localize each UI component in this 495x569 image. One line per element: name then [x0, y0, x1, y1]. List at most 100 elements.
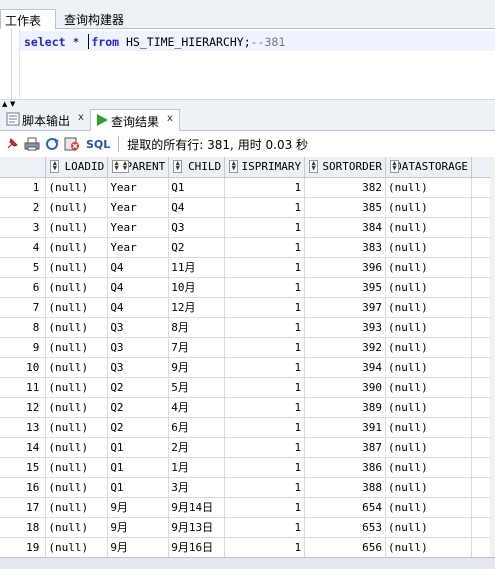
cell-datastorage[interactable]: (null) — [385, 337, 472, 358]
cell-child[interactable]: Q4 — [168, 197, 226, 218]
cell-parent[interactable]: Q2 — [107, 417, 170, 438]
cell-loadid[interactable]: (null) — [45, 217, 109, 238]
cell-child[interactable]: 7月 — [168, 337, 226, 358]
cell-child[interactable]: 9月16日 — [168, 537, 226, 557]
cell-loadid[interactable]: (null) — [45, 497, 109, 518]
cell-child[interactable]: 2月 — [168, 437, 226, 458]
table-row[interactable]: 9 (null) Q3 7月 1 392 (null) — [0, 337, 495, 358]
cell-parent[interactable]: Year — [107, 197, 170, 218]
cell-isprimary[interactable]: 1 — [224, 397, 306, 418]
cell-datastorage[interactable]: (null) — [385, 297, 472, 318]
close-icon[interactable]: x — [78, 112, 84, 123]
cell-datastorage[interactable]: (null) — [385, 177, 472, 198]
cell-parent[interactable]: Q3 — [107, 337, 170, 358]
table-row[interactable]: 3 (null) Year Q3 1 384 (null) — [0, 217, 495, 238]
cell-sortorder[interactable]: 394 — [304, 357, 387, 378]
table-row[interactable]: 15 (null) Q1 1月 1 386 (null) — [0, 457, 495, 478]
cell-child[interactable]: 12月 — [168, 297, 226, 318]
cell-parent[interactable]: Q1 — [107, 437, 170, 458]
cell-isprimary[interactable]: 1 — [224, 417, 306, 438]
cell-loadid[interactable]: (null) — [45, 337, 109, 358]
cell-isprimary[interactable]: 1 — [224, 317, 306, 338]
cell-sortorder[interactable]: 388 — [304, 477, 387, 498]
cell-parent[interactable]: 9月 — [107, 537, 170, 557]
cell-parent[interactable]: Year — [107, 177, 170, 198]
cell-isprimary[interactable]: 1 — [224, 477, 306, 498]
cell-parent[interactable]: Q2 — [107, 377, 170, 398]
table-row[interactable]: 12 (null) Q2 4月 1 389 (null) — [0, 397, 495, 418]
cell-sortorder[interactable]: 395 — [304, 277, 387, 298]
column-header-loadid[interactable]: ▲ ▼ LOADID — [45, 157, 109, 178]
cell-parent[interactable]: Q4 — [107, 277, 170, 298]
cell-datastorage[interactable]: (null) — [385, 517, 472, 538]
cell-isprimary[interactable]: 1 — [224, 497, 306, 518]
table-row[interactable]: 8 (null) Q3 8月 1 393 (null) — [0, 317, 495, 338]
cell-sortorder[interactable]: 382 — [304, 177, 387, 198]
cell-loadid[interactable]: (null) — [45, 357, 109, 378]
cell-child[interactable]: 9月14日 — [168, 497, 226, 518]
horizontal-scrollbar[interactable] — [0, 557, 495, 569]
cell-datastorage[interactable]: (null) — [385, 437, 472, 458]
pane-splitter[interactable]: ▲ ▼ — [0, 99, 495, 108]
cell-sortorder[interactable]: 654 — [304, 497, 387, 518]
cell-datastorage[interactable]: (null) — [385, 397, 472, 418]
tab-query-result[interactable]: 查询结果 x — [90, 109, 180, 131]
cell-datastorage[interactable]: (null) — [385, 477, 472, 498]
table-row[interactable]: 4 (null) Year Q2 1 383 (null) — [0, 237, 495, 258]
cell-datastorage[interactable]: (null) — [385, 457, 472, 478]
cell-isprimary[interactable]: 1 — [224, 217, 306, 238]
cell-loadid[interactable]: (null) — [45, 297, 109, 318]
cell-datastorage[interactable]: (null) — [385, 377, 472, 398]
cell-isprimary[interactable]: 1 — [224, 437, 306, 458]
cell-parent[interactable]: Q4 — [107, 257, 170, 278]
cell-loadid[interactable]: (null) — [45, 397, 109, 418]
table-row[interactable]: 1 (null) Year Q1 1 382 (null) — [0, 177, 495, 198]
table-row[interactable]: 11 (null) Q2 5月 1 390 (null) — [0, 377, 495, 398]
cell-isprimary[interactable]: 1 — [224, 517, 306, 538]
vertical-scrollbar[interactable] — [490, 157, 495, 557]
cell-child[interactable]: 8月 — [168, 317, 226, 338]
cell-parent[interactable]: 9月 — [107, 497, 170, 518]
cell-sortorder[interactable]: 390 — [304, 377, 387, 398]
cell-sortorder[interactable]: 383 — [304, 237, 387, 258]
cell-loadid[interactable]: (null) — [45, 477, 109, 498]
cell-child[interactable]: 9月13日 — [168, 517, 226, 538]
cell-sortorder[interactable]: 389 — [304, 397, 387, 418]
table-row[interactable]: 18 (null) 9月 9月13日 1 653 (null) — [0, 517, 495, 538]
cell-child[interactable]: Q2 — [168, 237, 226, 258]
cell-datastorage[interactable]: (null) — [385, 317, 472, 338]
cell-loadid[interactable]: (null) — [45, 457, 109, 478]
cell-loadid[interactable]: (null) — [45, 517, 109, 538]
table-row[interactable]: 5 (null) Q4 11月 1 396 (null) — [0, 257, 495, 278]
cell-isprimary[interactable]: 1 — [224, 377, 306, 398]
cell-datastorage[interactable]: (null) — [385, 357, 472, 378]
cell-loadid[interactable]: (null) — [45, 537, 109, 557]
cell-sortorder[interactable]: 386 — [304, 457, 387, 478]
cell-sortorder[interactable]: 393 — [304, 317, 387, 338]
sql-statement[interactable]: select * from HS_TIME_HIERARCHY;--381 — [24, 34, 285, 49]
table-row[interactable]: 13 (null) Q2 6月 1 391 (null) — [0, 417, 495, 438]
cell-child[interactable]: Q3 — [168, 217, 226, 238]
cell-loadid[interactable]: (null) — [45, 257, 109, 278]
cell-loadid[interactable]: (null) — [45, 417, 109, 438]
cell-loadid[interactable]: (null) — [45, 317, 109, 338]
result-grid[interactable]: ▲ ▼ LOADID ▲ ▲ ▼ ▼ PARENT ▲ ▼ CHILD ▲ ▼ ISPRIMAR… — [0, 157, 495, 557]
cell-loadid[interactable]: (null) — [45, 437, 109, 458]
cell-child[interactable]: 1月 — [168, 457, 226, 478]
cell-parent[interactable]: Q1 — [107, 477, 170, 498]
cell-loadid[interactable]: (null) — [45, 377, 109, 398]
cell-datastorage[interactable]: (null) — [385, 277, 472, 298]
cell-sortorder[interactable]: 653 — [304, 517, 387, 538]
cell-parent[interactable]: Year — [107, 217, 170, 238]
table-row[interactable]: 2 (null) Year Q4 1 385 (null) — [0, 197, 495, 218]
cell-isprimary[interactable]: 1 — [224, 197, 306, 218]
cell-isprimary[interactable]: 1 — [224, 457, 306, 478]
table-row[interactable]: 19 (null) 9月 9月16日 1 656 (null) — [0, 537, 495, 557]
sql-editor[interactable]: select * from HS_TIME_HIERARCHY;--381 — [0, 29, 495, 99]
cell-isprimary[interactable]: 1 — [224, 297, 306, 318]
cell-child[interactable]: 11月 — [168, 257, 226, 278]
cell-sortorder[interactable]: 656 — [304, 537, 387, 557]
cell-loadid[interactable]: (null) — [45, 197, 109, 218]
cell-parent[interactable]: Q3 — [107, 357, 170, 378]
cell-datastorage[interactable]: (null) — [385, 537, 472, 557]
